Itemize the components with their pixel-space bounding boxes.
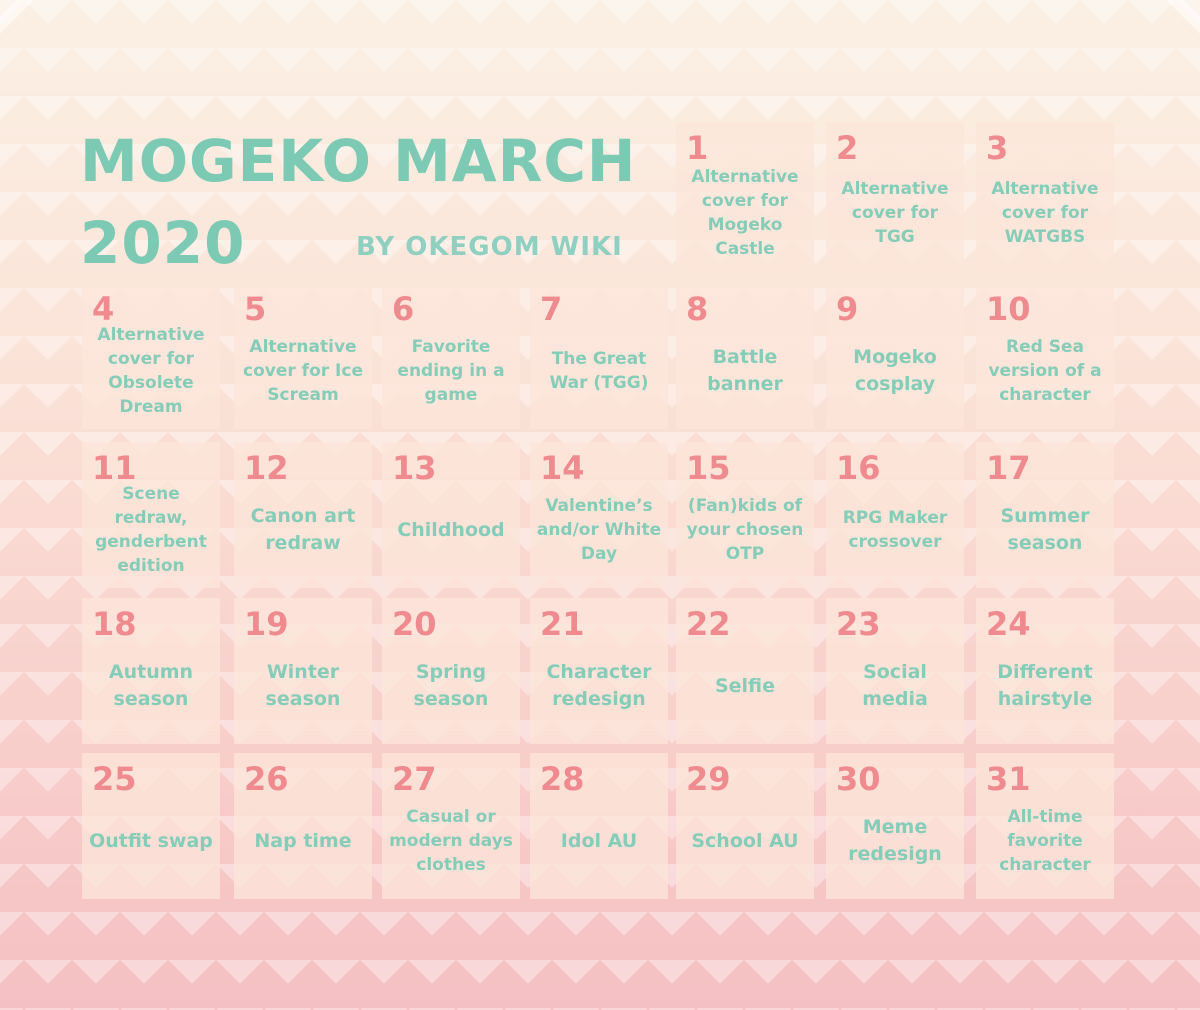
day-prompt: Canon art redraw xyxy=(238,482,368,578)
day-prompt: Red Sea version of a character xyxy=(980,323,1110,419)
page-subtitle: BY OKEGOM WIKI xyxy=(356,232,623,262)
day-cell-24: 24 Different hairstyle xyxy=(976,598,1114,744)
day-prompt-text: The Great War (TGG) xyxy=(549,349,649,393)
day-prompt: Alternative cover for Mogeko Castle xyxy=(680,162,810,264)
day-prompt-text: Mogeko cosplay xyxy=(853,346,937,395)
day-cell-16: 16 RPG Maker crossover xyxy=(826,442,964,588)
day-cell-3: 3 Alternative cover for WATGBS xyxy=(976,122,1114,274)
day-prompt: (Fan)kids of your chosen OTP xyxy=(680,482,810,578)
day-cell-19: 19 Winter season xyxy=(234,598,372,744)
day-prompt-text: School AU xyxy=(691,829,799,852)
day-cell-7: 7 The Great War (TGG) xyxy=(530,283,668,429)
day-prompt: Different hairstyle xyxy=(980,638,1110,734)
day-prompt-text: Selfie xyxy=(714,674,776,697)
day-prompt: The Great War (TGG) xyxy=(534,323,664,419)
day-prompt: All-time favorite character xyxy=(980,793,1110,889)
day-prompt: Alternative cover for Ice Scream xyxy=(238,323,368,419)
day-prompt: School AU xyxy=(680,793,810,889)
day-cell-29: 29 School AU xyxy=(676,753,814,899)
day-prompt: Summer season xyxy=(980,482,1110,578)
day-cell-28: 28 Idol AU xyxy=(530,753,668,899)
day-cell-13: 13 Childhood xyxy=(382,442,520,588)
day-cell-30: 30 Meme redesign xyxy=(826,753,964,899)
day-cell-4: 4 Alternative cover for Obsolete Dream xyxy=(82,283,220,429)
day-cell-20: 20 Spring season xyxy=(382,598,520,744)
day-prompt-text: Favorite ending in a game xyxy=(397,337,505,405)
day-cell-8: 8 Battle banner xyxy=(676,283,814,429)
day-prompt: Scene redraw, genderbent edition xyxy=(86,482,216,578)
day-prompt: Alternative cover for TGG xyxy=(830,162,960,264)
day-prompt-text: Casual or modern days clothes xyxy=(389,807,513,875)
day-prompt-text: Different hairstyle xyxy=(997,661,1093,710)
day-prompt: Outfit swap xyxy=(86,793,216,889)
day-prompt-text: Summer season xyxy=(1000,505,1090,554)
day-prompt-text: (Fan)kids of your chosen OTP xyxy=(686,496,804,564)
title-line-1: MOGEKO MARCH xyxy=(80,127,637,195)
day-prompt-text: Alternative cover for Obsolete Dream xyxy=(97,325,205,417)
day-prompt-text: Canon art redraw xyxy=(250,505,356,554)
day-cell-25: 25 Outfit swap xyxy=(82,753,220,899)
day-cell-17: 17 Summer season xyxy=(976,442,1114,588)
day-cell-18: 18 Autumn season xyxy=(82,598,220,744)
day-prompt: Valentine’s and/or White Day xyxy=(534,482,664,578)
day-cell-26: 26 Nap time xyxy=(234,753,372,899)
day-prompt-text: Red Sea version of a character xyxy=(988,337,1102,405)
day-prompt-text: Alternative cover for TGG xyxy=(841,179,949,247)
day-prompt: Favorite ending in a game xyxy=(386,323,516,419)
calendar-page: MOGEKO MARCH 2020 BY OKEGOM WIKI 1 Altern… xyxy=(0,0,1200,1010)
day-prompt: Selfie xyxy=(680,638,810,734)
day-prompt: Idol AU xyxy=(534,793,664,889)
day-prompt: Alternative cover for Obsolete Dream xyxy=(86,323,216,419)
day-prompt: Social media xyxy=(830,638,960,734)
day-prompt-text: Childhood xyxy=(397,518,505,541)
day-cell-15: 15 (Fan)kids of your chosen OTP xyxy=(676,442,814,588)
day-cell-23: 23 Social media xyxy=(826,598,964,744)
day-cell-2: 2 Alternative cover for TGG xyxy=(826,122,964,274)
day-cell-12: 12 Canon art redraw xyxy=(234,442,372,588)
day-prompt-text: Alternative cover for Mogeko Castle xyxy=(691,167,799,259)
day-cell-6: 6 Favorite ending in a game xyxy=(382,283,520,429)
day-prompt-text: Winter season xyxy=(265,661,341,710)
day-prompt: Character redesign xyxy=(534,638,664,734)
day-cell-10: 10 Red Sea version of a character xyxy=(976,283,1114,429)
day-prompt-text: Valentine’s and/or White Day xyxy=(536,496,662,564)
day-prompt-text: Character redesign xyxy=(546,661,652,710)
day-prompt: Alternative cover for WATGBS xyxy=(980,162,1110,264)
day-prompt-text: Nap time xyxy=(254,829,352,852)
day-prompt-text: Scene redraw, genderbent edition xyxy=(95,484,207,576)
day-prompt: Nap time xyxy=(238,793,368,889)
day-prompt: Meme redesign xyxy=(830,793,960,889)
day-cell-21: 21 Character redesign xyxy=(530,598,668,744)
day-prompt: RPG Maker crossover xyxy=(830,482,960,578)
day-prompt-text: Outfit swap xyxy=(89,829,213,852)
day-cell-5: 5 Alternative cover for Ice Scream xyxy=(234,283,372,429)
day-prompt-text: Idol AU xyxy=(560,829,638,852)
day-prompt: Battle banner xyxy=(680,323,810,419)
day-prompt-text: Alternative cover for WATGBS xyxy=(991,179,1099,247)
day-cell-14: 14 Valentine’s and/or White Day xyxy=(530,442,668,588)
day-prompt: Autumn season xyxy=(86,638,216,734)
day-prompt-text: Spring season xyxy=(413,661,489,710)
day-prompt-text: Alternative cover for Ice Scream xyxy=(243,337,363,405)
day-prompt-text: Meme redesign xyxy=(848,816,942,865)
day-prompt: Childhood xyxy=(386,482,516,578)
day-cell-22: 22 Selfie xyxy=(676,598,814,744)
day-cell-11: 11 Scene redraw, genderbent edition xyxy=(82,442,220,588)
day-prompt-text: All-time favorite character xyxy=(999,807,1091,875)
day-prompt: Spring season xyxy=(386,638,516,734)
day-cell-9: 9 Mogeko cosplay xyxy=(826,283,964,429)
day-prompt: Winter season xyxy=(238,638,368,734)
day-prompt-text: Autumn season xyxy=(108,661,194,710)
day-cell-1: 1 Alternative cover for Mogeko Castle xyxy=(676,122,814,274)
day-prompt-text: Battle banner xyxy=(707,346,783,395)
day-cell-27: 27 Casual or modern days clothes xyxy=(382,753,520,899)
day-cell-31: 31 All-time favorite character xyxy=(976,753,1114,899)
day-prompt-text: Social media xyxy=(862,661,928,710)
day-prompt: Casual or modern days clothes xyxy=(386,793,516,889)
day-prompt: Mogeko cosplay xyxy=(830,323,960,419)
day-prompt-text: RPG Maker crossover xyxy=(842,508,948,552)
